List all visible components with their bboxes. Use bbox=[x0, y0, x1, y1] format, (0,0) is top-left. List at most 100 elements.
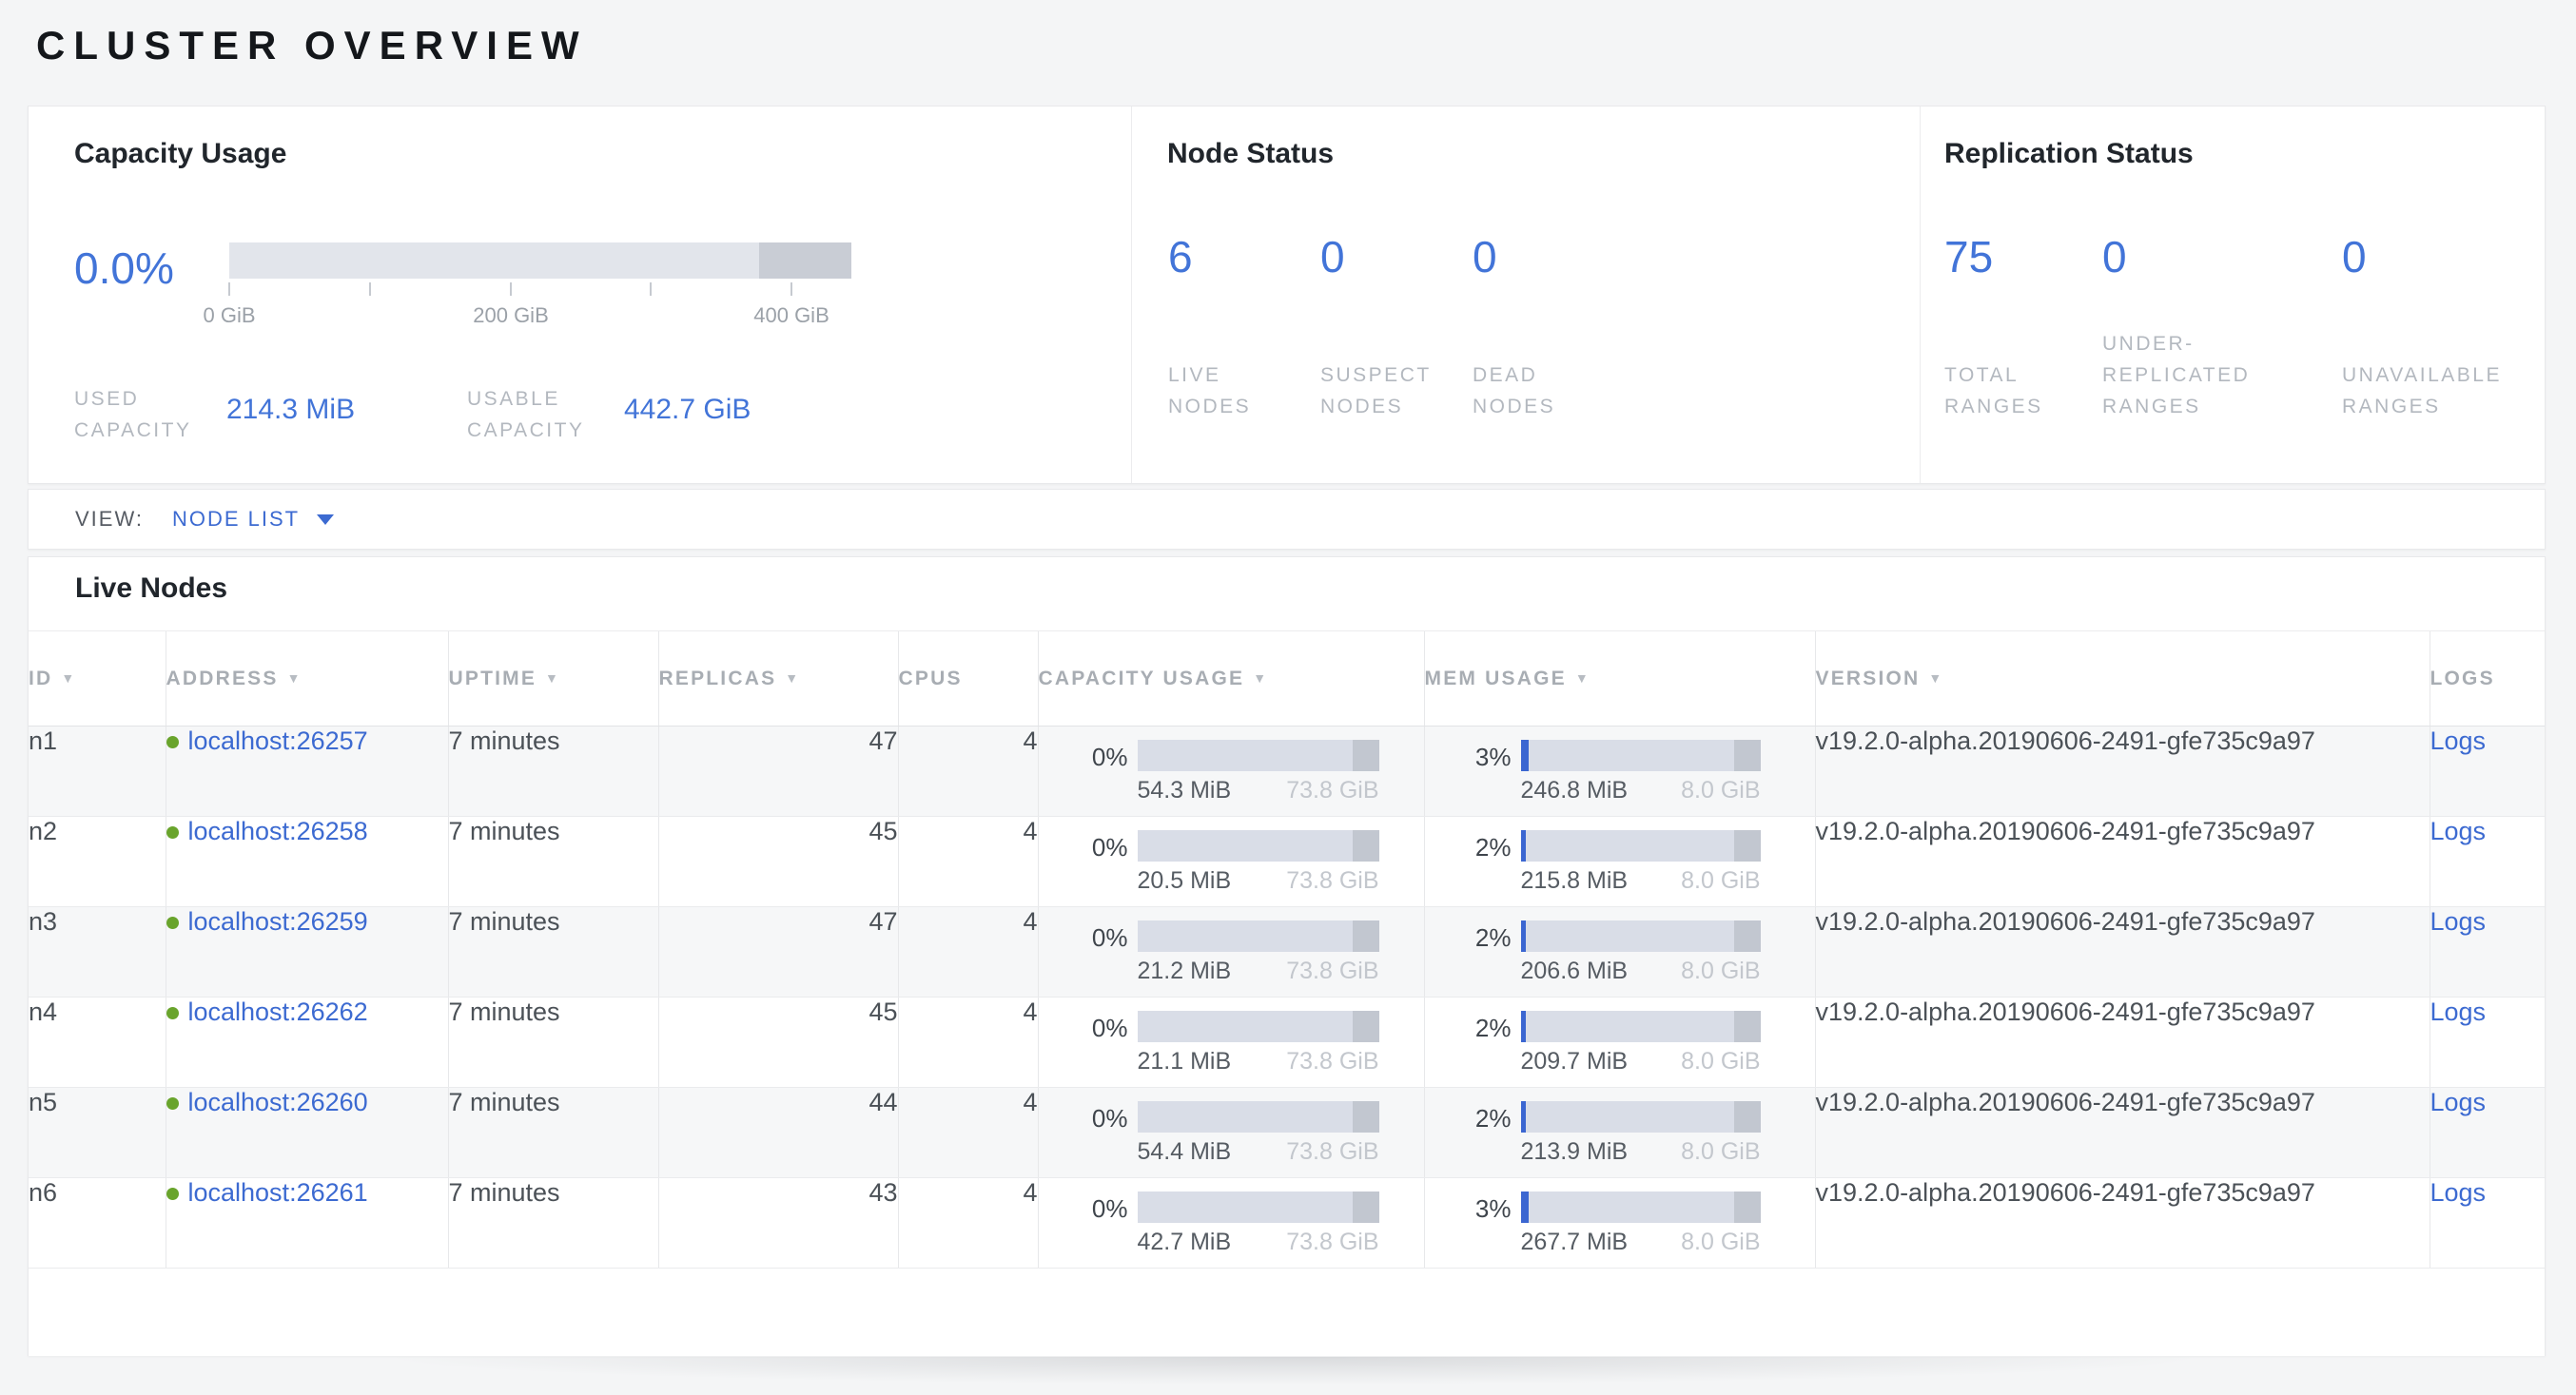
total-ranges-count: 75 bbox=[1944, 232, 2102, 281]
mem-percent: 2% bbox=[1458, 923, 1512, 953]
table-row: n2 localhost:26258 7 minutes 45 4 0% 20.… bbox=[29, 817, 2545, 907]
node-replicas-cell: 44 bbox=[658, 1088, 898, 1178]
axis-tick bbox=[510, 282, 512, 296]
mem-meter-fill bbox=[1521, 740, 1529, 771]
capacity-meter: 0% 54.3 MiB 73.8 GiB bbox=[1138, 740, 1379, 804]
mem-meter: 2% 215.8 MiB 8.0 GiB bbox=[1521, 830, 1761, 895]
live-nodes-count: 6 bbox=[1168, 232, 1320, 281]
axis-tick bbox=[650, 282, 652, 296]
column-header-replicas[interactable]: REPLICAS▼ bbox=[658, 631, 898, 727]
live-nodes-table: ID▼ ADDRESS▼ UPTIME▼ REPLICAS▼ CPUS CAPA… bbox=[29, 630, 2545, 1269]
column-header-logs: LOGS bbox=[2430, 631, 2545, 727]
logs-link[interactable]: Logs bbox=[2430, 1088, 2487, 1116]
node-address-link[interactable]: localhost:26257 bbox=[188, 727, 368, 755]
logs-link[interactable]: Logs bbox=[2430, 907, 2487, 936]
node-cpus-cell: 4 bbox=[898, 817, 1038, 907]
mem-meter-fill bbox=[1521, 1192, 1529, 1223]
logs-link[interactable]: Logs bbox=[2430, 817, 2487, 845]
capacity-percent: 0% bbox=[1075, 1104, 1128, 1133]
view-dropdown-value[interactable]: NODE LIST bbox=[172, 507, 300, 532]
capacity-meter-dark-segment bbox=[1353, 1192, 1379, 1223]
mem-meter: 2% 209.7 MiB 8.0 GiB bbox=[1521, 1011, 1761, 1075]
cluster-summary-panel: Capacity Usage 0.0% 0 GiB 200 GiB 400 Gi… bbox=[28, 106, 2546, 484]
mem-meter-bar bbox=[1521, 1011, 1761, 1042]
capacity-meter-bar bbox=[1138, 920, 1379, 952]
under-replicated-label: UNDER- REPLICATED RANGES bbox=[2102, 328, 2250, 422]
logs-link[interactable]: Logs bbox=[2430, 727, 2487, 755]
live-nodes-panel: Live Nodes ID▼ ADDRESS▼ UPTIME▼ REPLICAS… bbox=[28, 556, 2546, 1356]
under-replicated-count: 0 bbox=[2102, 232, 2342, 281]
capacity-total-value: 73.8 GiB bbox=[1286, 777, 1378, 804]
node-address-link[interactable]: localhost:26258 bbox=[188, 817, 368, 845]
bottom-edge-shadow bbox=[143, 1357, 2445, 1395]
dead-nodes-stat: 0 DEAD NODES bbox=[1473, 232, 1625, 451]
capacity-percent: 0% bbox=[1075, 833, 1128, 862]
node-id-cell: n4 bbox=[29, 998, 166, 1088]
mem-total-value: 8.0 GiB bbox=[1681, 1229, 1760, 1256]
total-ranges-stat: 75 TOTAL RANGES bbox=[1944, 232, 2102, 451]
node-mem-usage-cell: 3% 267.7 MiB 8.0 GiB bbox=[1424, 1178, 1815, 1269]
axis-label-400gib: 400 GiB bbox=[725, 303, 858, 328]
node-uptime-cell: 7 minutes bbox=[448, 817, 658, 907]
capacity-meter: 0% 42.7 MiB 73.8 GiB bbox=[1138, 1192, 1379, 1256]
capacity-percent: 0% bbox=[1075, 923, 1128, 953]
node-capacity-usage-cell: 0% 21.1 MiB 73.8 GiB bbox=[1038, 998, 1424, 1088]
view-dropdown[interactable]: NODE LIST bbox=[172, 507, 334, 532]
capacity-total-value: 73.8 GiB bbox=[1286, 958, 1378, 985]
logs-link[interactable]: Logs bbox=[2430, 998, 2487, 1026]
column-header-capacity-usage[interactable]: CAPACITY USAGE▼ bbox=[1038, 631, 1424, 727]
axis-label-0gib: 0 GiB bbox=[163, 303, 296, 328]
column-header-version[interactable]: VERSION▼ bbox=[1815, 631, 2430, 727]
capacity-stats: USED CAPACITY 214.3 MiB USABLE CAPACITY … bbox=[74, 383, 865, 446]
node-address-link[interactable]: localhost:26260 bbox=[188, 1088, 368, 1116]
node-uptime-cell: 7 minutes bbox=[448, 1178, 658, 1269]
suspect-nodes-stat: 0 SUSPECT NODES bbox=[1320, 232, 1473, 451]
capacity-total-value: 73.8 GiB bbox=[1286, 1138, 1378, 1166]
node-address-cell: localhost:26259 bbox=[166, 907, 448, 998]
node-replicas-cell: 43 bbox=[658, 1178, 898, 1269]
capacity-meter-bar bbox=[1138, 1011, 1379, 1042]
unavailable-ranges-label: UNAVAILABLE RANGES bbox=[2342, 359, 2502, 422]
column-header-id[interactable]: ID▼ bbox=[29, 631, 166, 727]
view-label: VIEW: bbox=[75, 507, 144, 532]
mem-meter-bar bbox=[1521, 740, 1761, 771]
column-header-mem-usage[interactable]: MEM USAGE▼ bbox=[1424, 631, 1815, 727]
node-address-link[interactable]: localhost:26262 bbox=[188, 998, 368, 1026]
node-address-cell: localhost:26258 bbox=[166, 817, 448, 907]
node-id-cell: n5 bbox=[29, 1088, 166, 1178]
live-nodes-stat: 6 LIVE NODES bbox=[1168, 232, 1320, 451]
node-address-link[interactable]: localhost:26259 bbox=[188, 907, 368, 936]
mem-percent: 3% bbox=[1458, 743, 1512, 772]
sort-desc-icon: ▼ bbox=[785, 670, 800, 686]
capacity-meter-bar bbox=[1138, 830, 1379, 862]
mem-meter-dark-segment bbox=[1734, 1192, 1761, 1223]
column-header-uptime[interactable]: UPTIME▼ bbox=[448, 631, 658, 727]
axis-tick bbox=[228, 282, 230, 296]
node-address-link[interactable]: localhost:26261 bbox=[188, 1178, 368, 1207]
column-header-address[interactable]: ADDRESS▼ bbox=[166, 631, 448, 727]
node-id-cell: n6 bbox=[29, 1178, 166, 1269]
chevron-down-icon bbox=[317, 514, 334, 525]
sort-desc-icon: ▼ bbox=[1575, 670, 1590, 686]
capacity-percent: 0% bbox=[1075, 1014, 1128, 1043]
mem-meter-dark-segment bbox=[1734, 920, 1761, 952]
column-header-cpus[interactable]: CPUS bbox=[898, 631, 1038, 727]
logs-link[interactable]: Logs bbox=[2430, 1178, 2487, 1207]
sort-desc-icon: ▼ bbox=[545, 670, 560, 686]
usable-capacity-label: USABLE CAPACITY bbox=[467, 383, 624, 446]
node-logs-cell: Logs bbox=[2430, 998, 2545, 1088]
table-row: n6 localhost:26261 7 minutes 43 4 0% 42.… bbox=[29, 1178, 2545, 1269]
card-divider bbox=[1131, 107, 1132, 483]
node-logs-cell: Logs bbox=[2430, 1088, 2545, 1178]
node-replicas-cell: 45 bbox=[658, 998, 898, 1088]
node-address-cell: localhost:26261 bbox=[166, 1178, 448, 1269]
capacity-used-value: 21.2 MiB bbox=[1138, 958, 1232, 985]
capacity-used-value: 20.5 MiB bbox=[1138, 867, 1232, 895]
live-nodes-title: Live Nodes bbox=[75, 572, 227, 605]
capacity-used-value: 54.3 MiB bbox=[1138, 777, 1232, 804]
axis-label-200gib: 200 GiB bbox=[444, 303, 577, 328]
capacity-total-value: 73.8 GiB bbox=[1286, 867, 1378, 895]
node-cpus-cell: 4 bbox=[898, 1178, 1038, 1269]
node-replicas-cell: 45 bbox=[658, 817, 898, 907]
replication-status-heading: Replication Status bbox=[1944, 138, 2194, 170]
